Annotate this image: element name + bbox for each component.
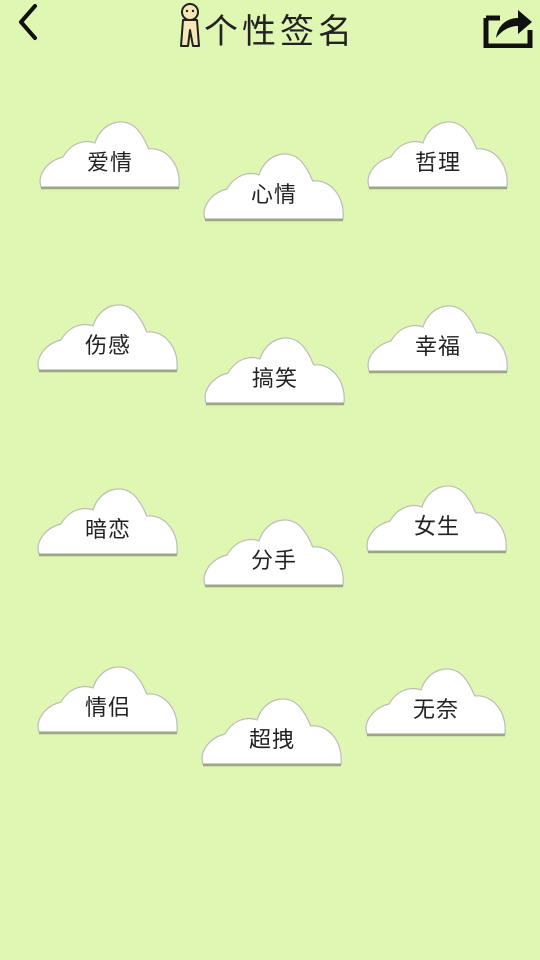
cloud-label: 情侣 (84, 696, 131, 721)
cloud-button-chaozhuai[interactable]: 超拽 (199, 692, 345, 768)
cloud-button-nvsheng[interactable]: 女生 (364, 479, 510, 555)
cloud-button-qinglv[interactable]: 情侣 (35, 660, 181, 736)
cloud-button-xingfu[interactable]: 幸福 (365, 299, 511, 375)
cloud-button-fenshou[interactable]: 分手 (201, 513, 347, 589)
cloud-label: 心情 (250, 183, 297, 208)
cloud-label: 暗恋 (84, 518, 131, 543)
cloud-button-zheli[interactable]: 哲理 (365, 115, 511, 191)
page-title: 个性签名 (204, 11, 356, 52)
chevron-left-icon (19, 4, 37, 40)
share-icon (483, 10, 533, 48)
cloud-label: 无奈 (412, 698, 459, 723)
cloud-label: 伤感 (84, 334, 131, 359)
cloud-label: 女生 (413, 515, 460, 540)
cloud-label: 分手 (250, 549, 297, 574)
share-button[interactable] (480, 2, 536, 50)
cloud-label: 哲理 (414, 151, 461, 176)
cloud-label: 幸福 (414, 335, 461, 360)
cloud-button-aiqing[interactable]: 爱情 (37, 115, 183, 191)
header-bar: 个性签名 (0, 0, 540, 60)
back-button[interactable] (8, 0, 48, 44)
cloud-button-gaoxiao[interactable]: 搞笑 (202, 331, 348, 407)
cloud-button-wunai[interactable]: 无奈 (363, 662, 509, 738)
cloud-label: 搞笑 (251, 367, 298, 392)
cloud-button-xinqing[interactable]: 心情 (201, 147, 347, 223)
cloud-label: 超拽 (248, 728, 295, 753)
cloud-button-anlian[interactable]: 暗恋 (35, 482, 181, 558)
page-title-group: 个性签名 (172, 0, 356, 56)
cloud-button-shanggan[interactable]: 伤感 (35, 298, 181, 374)
mascot-icon (180, 3, 200, 47)
cloud-label: 爱情 (86, 151, 133, 176)
